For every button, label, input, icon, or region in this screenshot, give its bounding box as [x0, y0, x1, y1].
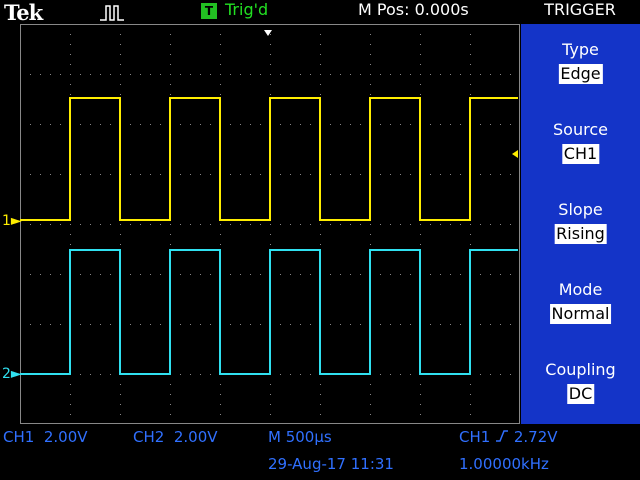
ch1-ground-marker: 1► — [2, 213, 22, 229]
menu-type-value: Edge — [558, 64, 603, 84]
arrow-right-icon: ► — [10, 366, 22, 382]
arrow-right-icon: ► — [10, 213, 22, 229]
menu-slope-label: Slope — [558, 200, 603, 219]
menu-source-value: CH1 — [561, 144, 600, 164]
pulse-waveform-icon — [100, 5, 124, 21]
ch1-scale-readout: CH1 2.00V — [3, 428, 88, 446]
menu-mode-label: Mode — [558, 280, 603, 299]
ch1-marker-label: 1 — [2, 213, 11, 229]
ch2-scale-readout: CH2 2.00V — [133, 428, 218, 446]
trigger-level: 2.72V — [513, 428, 558, 446]
menu-mode-button[interactable]: Mode Normal — [521, 264, 640, 344]
date-time: 29-Aug-17 11:31 — [268, 455, 394, 473]
trigger-status: Trig'd — [225, 0, 269, 19]
frequency-readout: 1.00000kHz — [459, 455, 549, 473]
ch1-scale: 2.00V — [43, 428, 88, 446]
ch2-label: CH2 — [133, 428, 165, 446]
trigger-badge: T — [201, 3, 217, 19]
trigger-readout: CH1 2.72V — [459, 428, 558, 446]
ch2-ground-marker: 2► — [2, 366, 22, 382]
menu-coupling-value: DC — [566, 384, 595, 404]
menu-slope-value: Rising — [554, 224, 607, 244]
trigger-source: CH1 — [459, 428, 491, 446]
menu-coupling-button[interactable]: Coupling DC — [521, 344, 640, 424]
ch2-marker-label: 2 — [2, 366, 11, 382]
ch1-label: CH1 — [3, 428, 35, 446]
menu-mode-value: Normal — [549, 304, 612, 324]
menu-title: TRIGGER — [544, 0, 616, 19]
position-readout: M Pos: 0.000s — [358, 0, 469, 19]
menu-source-label: Source — [553, 120, 608, 139]
rising-edge-icon — [496, 430, 509, 442]
timebase-readout: M 500µs — [268, 428, 332, 446]
brand-logo: Tek — [4, 0, 43, 25]
menu-type-button[interactable]: Type Edge — [521, 24, 640, 104]
ch2-scale: 2.00V — [173, 428, 218, 446]
menu-source-button[interactable]: Source CH1 — [521, 104, 640, 184]
menu-slope-button[interactable]: Slope Rising — [521, 184, 640, 264]
menu-type-label: Type — [562, 40, 599, 59]
waveform-display — [20, 24, 520, 424]
menu-coupling-label: Coupling — [545, 360, 616, 379]
